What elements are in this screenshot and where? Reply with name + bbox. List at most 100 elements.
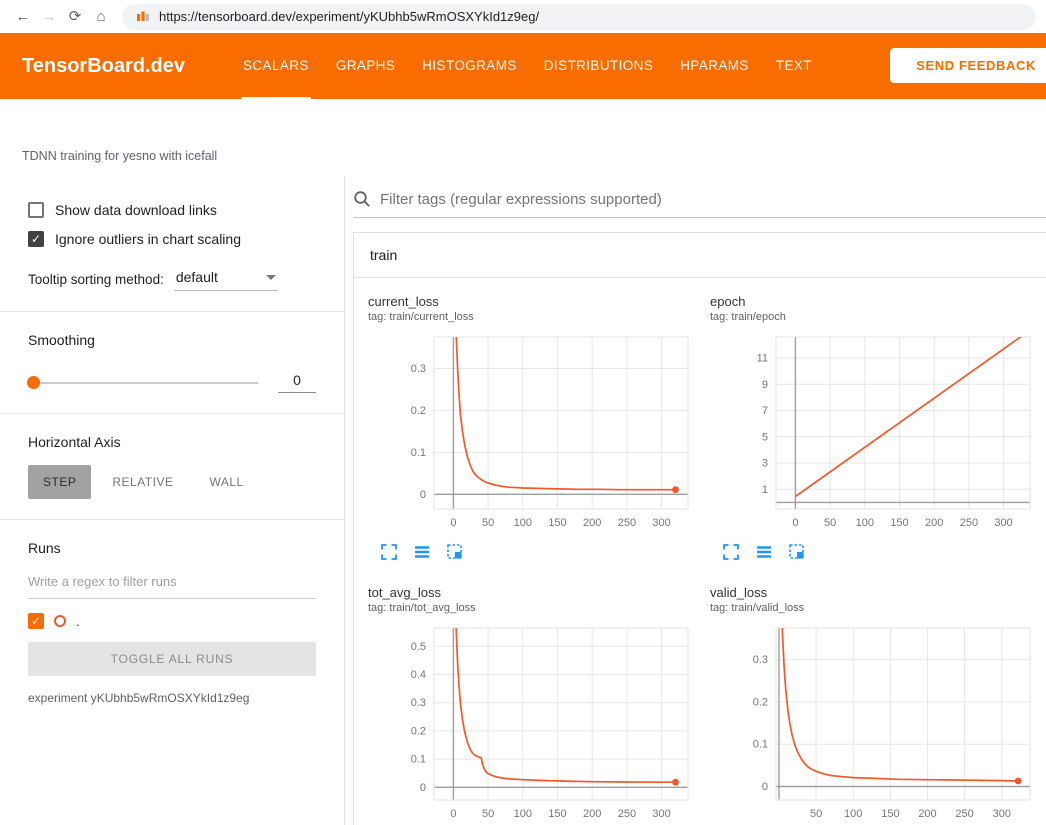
- data-series-icon[interactable]: [413, 543, 431, 561]
- chart-toolbar: [710, 543, 1046, 561]
- divider: [0, 413, 344, 414]
- svg-text:100: 100: [856, 517, 874, 529]
- tab-text[interactable]: TEXT: [774, 33, 814, 99]
- svg-text:3: 3: [762, 458, 768, 470]
- chart-card-valid-loss: valid_loss tag: train/valid_loss 00.10.2…: [710, 585, 1046, 825]
- show-download-links-row: Show data download links: [28, 202, 316, 218]
- svg-text:0: 0: [762, 781, 768, 793]
- app-logo: TensorBoard.dev: [22, 55, 185, 78]
- experiment-id-caption: experiment yKUbhb5wRmOSXYkId1z9eg: [28, 691, 316, 705]
- svg-text:0.1: 0.1: [411, 447, 426, 459]
- svg-text:0.1: 0.1: [753, 739, 768, 751]
- svg-text:5: 5: [762, 431, 768, 443]
- svg-text:150: 150: [890, 517, 908, 529]
- experiment-title: TDNN training for yesno with icefall: [22, 149, 217, 163]
- show-download-links-checkbox[interactable]: [28, 202, 44, 218]
- divider: [0, 519, 344, 520]
- svg-text:0: 0: [420, 489, 426, 501]
- chart-card-tot-avg-loss: tot_avg_loss tag: train/tot_avg_loss 00.…: [368, 585, 710, 825]
- smoothing-value: 0: [278, 372, 316, 393]
- line-chart[interactable]: 1357911050100150200250300: [710, 331, 1040, 537]
- train-group-card: train current_loss tag: train/current_lo…: [353, 232, 1046, 825]
- svg-text:0.5: 0.5: [411, 641, 426, 653]
- chart-tag: tag: train/epoch: [710, 311, 1046, 323]
- svg-text:300: 300: [652, 808, 670, 820]
- send-feedback-button[interactable]: SEND FEEDBACK: [890, 48, 1046, 83]
- svg-text:100: 100: [514, 808, 532, 820]
- chart-title: epoch: [710, 294, 1046, 309]
- ignore-outliers-checkbox[interactable]: [28, 231, 44, 247]
- home-icon[interactable]: ⌂: [88, 0, 114, 33]
- smoothing-slider-thumb[interactable]: [27, 376, 40, 389]
- line-chart[interactable]: 00.10.20.3050100150200250300: [368, 331, 698, 537]
- svg-text:50: 50: [482, 517, 494, 529]
- axis-step-button[interactable]: STEP: [28, 465, 91, 499]
- chart-title: tot_avg_loss: [368, 585, 710, 600]
- svg-text:300: 300: [994, 517, 1012, 529]
- tab-histograms[interactable]: HISTOGRAMS: [420, 33, 519, 99]
- svg-text:1: 1: [762, 484, 768, 496]
- chart-card-epoch: epoch tag: train/epoch 13579110501001502…: [710, 294, 1046, 561]
- address-bar[interactable]: https://tensorboard.dev/experiment/yKUbh…: [122, 4, 1036, 30]
- fit-domain-icon[interactable]: [446, 543, 464, 561]
- tab-hparams[interactable]: HPARAMS: [678, 33, 751, 99]
- scalars-dashboard: train current_loss tag: train/current_lo…: [345, 176, 1046, 825]
- filter-tags-input[interactable]: [380, 191, 1046, 208]
- svg-text:0.4: 0.4: [411, 669, 426, 681]
- svg-text:200: 200: [583, 517, 601, 529]
- axis-wall-button[interactable]: WALL: [194, 465, 258, 499]
- forward-icon[interactable]: →: [36, 0, 62, 33]
- chart-toolbar: [368, 543, 710, 561]
- runs-label: Runs: [28, 540, 316, 556]
- svg-text:300: 300: [652, 517, 670, 529]
- svg-text:50: 50: [482, 808, 494, 820]
- smoothing-slider[interactable]: [28, 382, 258, 384]
- chart-svg: 00.10.20.3050100150200250300: [368, 331, 698, 537]
- show-download-links-label: Show data download links: [55, 202, 217, 218]
- search-icon: [353, 190, 371, 208]
- svg-text:150: 150: [548, 517, 566, 529]
- expand-chart-icon[interactable]: [722, 543, 740, 561]
- svg-text:100: 100: [844, 808, 862, 820]
- back-icon[interactable]: ←: [10, 0, 36, 33]
- expand-chart-icon[interactable]: [380, 543, 398, 561]
- data-series-icon[interactable]: [755, 543, 773, 561]
- subheader: TDNN training for yesno with icefall: [0, 99, 1046, 176]
- horizontal-axis-buttons: STEP RELATIVE WALL: [28, 465, 316, 499]
- run-color-icon: [54, 615, 66, 627]
- svg-text:0.3: 0.3: [411, 363, 426, 375]
- svg-text:200: 200: [925, 517, 943, 529]
- chevron-down-icon: [266, 275, 276, 280]
- svg-text:0: 0: [450, 808, 456, 820]
- svg-text:250: 250: [618, 808, 636, 820]
- smoothing-label: Smoothing: [28, 332, 316, 348]
- fit-domain-icon[interactable]: [788, 543, 806, 561]
- ignore-outliers-label: Ignore outliers in chart scaling: [55, 231, 241, 247]
- tab-scalars[interactable]: SCALARS: [241, 33, 311, 99]
- filter-tags-row: [353, 190, 1046, 218]
- tab-distributions[interactable]: DISTRIBUTIONS: [542, 33, 655, 99]
- tooltip-sorting-dropdown[interactable]: default: [174, 269, 278, 291]
- group-title: train: [354, 233, 1046, 278]
- svg-text:0.3: 0.3: [753, 654, 768, 666]
- svg-text:250: 250: [955, 808, 973, 820]
- svg-text:0: 0: [450, 517, 456, 529]
- chart-card-current-loss: current_loss tag: train/current_loss 00.…: [368, 294, 710, 561]
- ignore-outliers-row: Ignore outliers in chart scaling: [28, 231, 316, 247]
- svg-text:0: 0: [420, 782, 426, 794]
- runs-filter-input[interactable]: [28, 566, 316, 599]
- svg-text:0.3: 0.3: [411, 697, 426, 709]
- run-checkbox[interactable]: [28, 613, 44, 629]
- content: Show data download links Ignore outliers…: [0, 176, 1046, 825]
- tab-graphs[interactable]: GRAPHS: [334, 33, 397, 99]
- axis-relative-button[interactable]: RELATIVE: [97, 465, 188, 499]
- svg-text:0: 0: [792, 517, 798, 529]
- svg-text:50: 50: [824, 517, 836, 529]
- line-chart[interactable]: 00.10.20.30.40.5050100150200250300: [368, 622, 698, 825]
- toggle-all-runs-button[interactable]: TOGGLE ALL RUNS: [28, 642, 316, 676]
- reload-icon[interactable]: ⟳: [62, 0, 88, 33]
- tooltip-sorting-value: default: [176, 269, 218, 285]
- svg-text:300: 300: [993, 808, 1011, 820]
- line-chart[interactable]: 00.10.20.350100150200250300: [710, 622, 1040, 825]
- chart-tag: tag: train/valid_loss: [710, 602, 1046, 614]
